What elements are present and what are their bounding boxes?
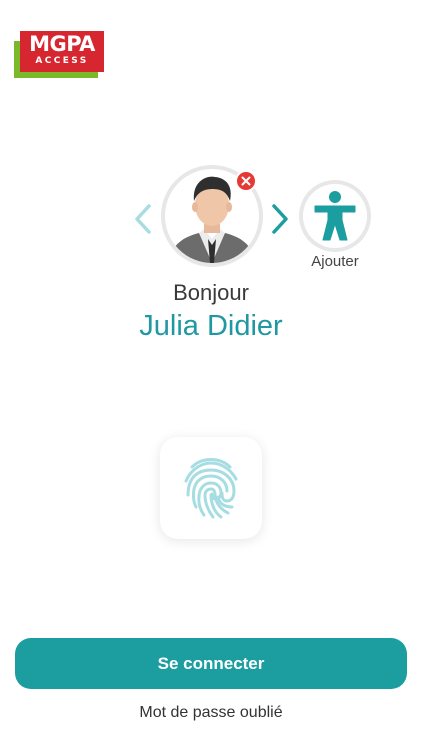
remove-account-button[interactable] [235,170,257,192]
fingerprint-button[interactable] [160,437,262,539]
chevron-left-icon[interactable] [133,203,153,235]
close-icon [241,176,251,186]
add-account-label: Ajouter [311,253,359,270]
accessibility-person-icon [314,191,356,241]
add-account-inner [303,184,367,248]
fingerprint-icon [184,458,238,519]
app-logo: MGPA ACCESS [14,31,104,78]
logo-brand-text: MGPA [29,32,95,56]
chevron-right-icon[interactable] [270,203,290,235]
forgot-password-link[interactable]: Mot de passe oublié [0,704,422,722]
logo-sub-text: ACCESS [35,56,89,66]
logo-red-block: MGPA ACCESS [20,31,104,72]
greeting-text: Bonjour [173,280,249,305]
add-account-button[interactable] [299,180,371,252]
user-name: Julia Didier [139,310,283,342]
login-button[interactable]: Se connecter [15,638,407,689]
